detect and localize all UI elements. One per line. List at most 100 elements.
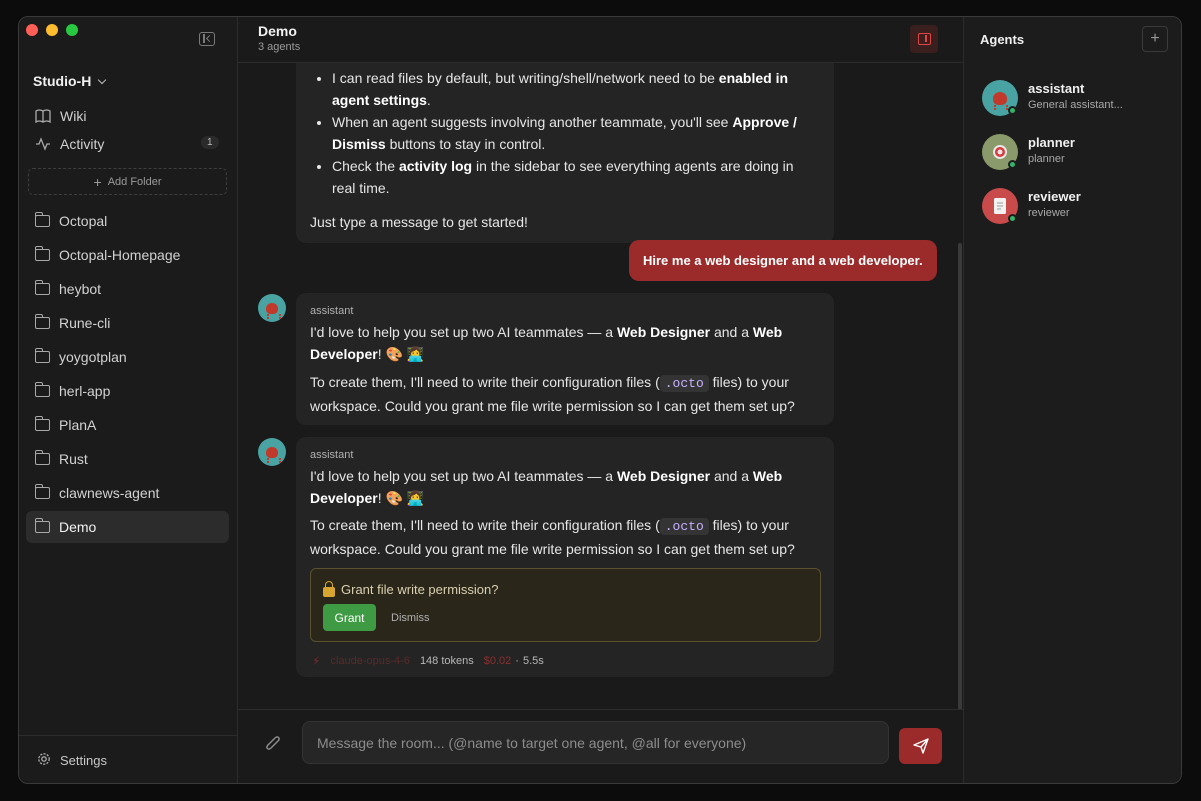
folder-label: Rune-cli — [59, 315, 111, 331]
room-header: Demo 3 agents — [238, 17, 963, 63]
folder-item[interactable]: Rust — [26, 443, 229, 475]
chat-room: Demo 3 agents I can read files by defaul… — [238, 17, 963, 783]
dismiss-button[interactable]: Dismiss — [391, 604, 430, 631]
activity-icon — [35, 136, 51, 152]
lock-icon — [323, 581, 335, 597]
octopus-icon — [266, 302, 281, 317]
agent-item[interactable]: planner planner — [982, 133, 1172, 173]
assistant-avatar — [258, 294, 286, 322]
user-message: Hire me a web designer and a web develop… — [629, 240, 937, 281]
nav-wiki[interactable]: Wiki — [35, 105, 86, 127]
minimize-window-button[interactable] — [46, 24, 58, 36]
agent-item[interactable]: assistant General assistant... — [982, 79, 1172, 119]
close-window-button[interactable] — [26, 24, 38, 36]
folder-icon — [34, 280, 50, 295]
folder-icon — [34, 416, 50, 431]
agent-description: planner — [1028, 153, 1065, 165]
panel-icon — [917, 33, 931, 45]
add-folder-label: Add Folder — [107, 175, 162, 188]
intro-bullets: I can read files by default, but writing… — [310, 67, 820, 199]
intro-bullet: I can read files by default, but writing… — [332, 67, 820, 111]
plus-icon: + — [93, 173, 102, 190]
folder-icon — [34, 348, 50, 363]
bullet-text: buttons to stay in control. — [385, 136, 546, 152]
assistant-message: assistant I'd love to help you set up tw… — [296, 293, 834, 425]
online-status-dot — [1008, 106, 1017, 115]
online-status-dot — [1008, 214, 1017, 223]
workspace-name: Studio-H — [33, 73, 92, 89]
toggle-agents-panel-button[interactable] — [910, 25, 938, 53]
add-folder-button[interactable]: + Add Folder — [28, 168, 227, 195]
folder-label: yoygotplan — [59, 349, 127, 365]
message-sender: assistant — [310, 305, 354, 317]
sidebar: Studio-H Wiki Activity 1 + Add Folder Oc… — [19, 17, 238, 783]
settings-button[interactable]: Settings — [37, 752, 107, 769]
activity-count-badge: 1 — [201, 136, 219, 149]
intro-bullet: Check the activity log in the sidebar to… — [332, 155, 820, 199]
message-paragraph: I'd love to help you set up two AI teamm… — [310, 465, 810, 509]
agent-name: assistant — [1028, 81, 1085, 96]
agent-name: planner — [1028, 135, 1075, 150]
model-name: claude-opus-4-6 — [330, 655, 410, 667]
bullet-text: Check the — [332, 158, 399, 174]
folder-item[interactable]: heybot — [26, 273, 229, 305]
send-button[interactable] — [899, 728, 942, 764]
bullet-bold: activity log — [398, 158, 473, 174]
inline-code: .octo — [659, 518, 709, 535]
message-input-container — [302, 721, 889, 764]
agent-name: reviewer — [1028, 189, 1081, 204]
message-input[interactable] — [317, 734, 874, 751]
text: I'd love to help you set up two AI teamm… — [310, 324, 617, 340]
folder-item[interactable]: PlanA — [26, 409, 229, 441]
text: To create them, I'll need to write their… — [310, 517, 660, 533]
text: and a — [710, 468, 753, 484]
permission-title-text: Grant file write permission? — [341, 582, 499, 597]
room-agent-count: 3 agents — [258, 41, 301, 53]
bold-text: Web Designer — [616, 324, 711, 340]
message-sender: assistant — [310, 449, 354, 461]
token-count: 148 tokens — [419, 655, 474, 667]
intro-message: I can read files by default, but writing… — [296, 63, 834, 243]
folder-item[interactable]: Octopal-Homepage — [26, 239, 229, 271]
assistant-avatar — [258, 438, 286, 466]
separator: · — [515, 655, 519, 667]
maximize-window-button[interactable] — [66, 24, 78, 36]
folder-item[interactable]: herl-app — [26, 375, 229, 407]
intro-bullet: When an agent suggests involving another… — [332, 111, 820, 155]
nav-activity[interactable]: Activity — [35, 133, 104, 155]
folder-icon — [34, 484, 50, 499]
intro-closing: Just type a message to get started! — [310, 214, 528, 230]
settings-label: Settings — [60, 753, 107, 768]
app-window: Studio-H Wiki Activity 1 + Add Folder Oc… — [18, 16, 1182, 784]
agent-item[interactable]: reviewer reviewer — [982, 187, 1172, 227]
agent-description: General assistant... — [1028, 99, 1123, 111]
workspace-switcher[interactable]: Studio-H — [33, 73, 107, 89]
emoji-text: ! 🎨 👩‍💻 — [377, 490, 425, 506]
scrollbar[interactable] — [958, 243, 962, 709]
folder-item[interactable]: Octopal — [26, 205, 229, 237]
folder-item[interactable]: clawnews-agent — [26, 477, 229, 509]
assistant-message: assistant I'd love to help you set up tw… — [296, 437, 834, 677]
message-list[interactable]: I can read files by default, but writing… — [238, 63, 963, 709]
collapse-sidebar-icon[interactable] — [199, 32, 215, 46]
folder-item-active[interactable]: Demo — [26, 511, 229, 543]
grant-button[interactable]: Grant — [323, 604, 376, 631]
folder-item[interactable]: Rune-cli — [26, 307, 229, 339]
paperclip-icon[interactable] — [264, 734, 284, 754]
online-status-dot — [1008, 160, 1017, 169]
duration: 5.5s — [522, 655, 544, 667]
agents-panel-title: Agents — [980, 32, 1025, 47]
text: To create them, I'll need to write their… — [310, 374, 660, 390]
folder-label: herl-app — [59, 383, 111, 399]
folder-label: clawnews-agent — [59, 485, 160, 501]
bullet-text: When an agent suggests involving another… — [332, 114, 733, 130]
folder-icon — [34, 382, 50, 397]
folder-label: heybot — [59, 281, 102, 297]
folder-icon — [34, 212, 50, 227]
message-paragraph: I'd love to help you set up two AI teamm… — [310, 321, 810, 365]
folder-label: PlanA — [59, 417, 97, 433]
folder-item[interactable]: yoygotplan — [26, 341, 229, 373]
bullet-text: I can read files by default, but writing… — [332, 70, 719, 86]
add-agent-button[interactable]: + — [1142, 26, 1168, 52]
gear-icon — [37, 752, 51, 769]
